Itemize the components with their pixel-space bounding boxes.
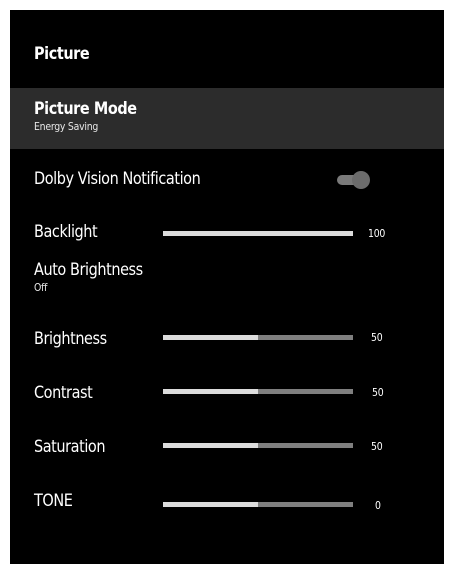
contrast-item[interactable]: Contrast 50	[10, 377, 444, 411]
backlight-item[interactable]: Backlight 100	[10, 216, 444, 250]
contrast-value: 50	[372, 386, 384, 399]
dolby-vision-toggle[interactable]	[335, 171, 371, 189]
brightness-label: Brightness	[34, 329, 107, 349]
tone-slider[interactable]	[163, 502, 353, 507]
slider-fill	[163, 335, 258, 340]
slider-fill	[163, 389, 258, 394]
picture-mode-label: Picture Mode	[34, 99, 137, 119]
saturation-label: Saturation	[34, 437, 106, 457]
picture-mode-item[interactable]: Picture Mode Energy Saving	[10, 88, 444, 149]
contrast-slider[interactable]	[163, 389, 353, 394]
auto-brightness-value: Off	[34, 281, 48, 294]
brightness-slider[interactable]	[163, 335, 353, 340]
picture-mode-value: Energy Saving	[34, 120, 99, 133]
saturation-value: 50	[371, 440, 383, 453]
slider-fill	[163, 443, 258, 448]
tone-value: 0	[375, 499, 381, 512]
dolby-vision-notification-item[interactable]: Dolby Vision Notification	[10, 160, 444, 200]
toggle-knob	[352, 171, 370, 189]
saturation-item[interactable]: Saturation 50	[10, 431, 444, 465]
backlight-label: Backlight	[34, 222, 98, 242]
slider-fill	[163, 231, 353, 236]
dolby-vision-notification-label: Dolby Vision Notification	[34, 169, 201, 189]
auto-brightness-item[interactable]: Auto Brightness Off	[10, 255, 444, 301]
tone-item[interactable]: TONE 0	[10, 485, 444, 519]
saturation-slider[interactable]	[163, 443, 353, 448]
brightness-value: 50	[371, 331, 383, 344]
picture-settings-panel: Picture Picture Mode Energy Saving Dolby…	[10, 10, 444, 564]
backlight-slider[interactable]	[163, 231, 353, 236]
auto-brightness-label: Auto Brightness	[34, 260, 143, 280]
tone-label: TONE	[34, 491, 73, 511]
menu-title: Picture	[34, 44, 90, 64]
contrast-label: Contrast	[34, 383, 93, 403]
backlight-value: 100	[368, 227, 386, 240]
brightness-item[interactable]: Brightness 50	[10, 323, 444, 357]
slider-fill	[163, 502, 258, 507]
